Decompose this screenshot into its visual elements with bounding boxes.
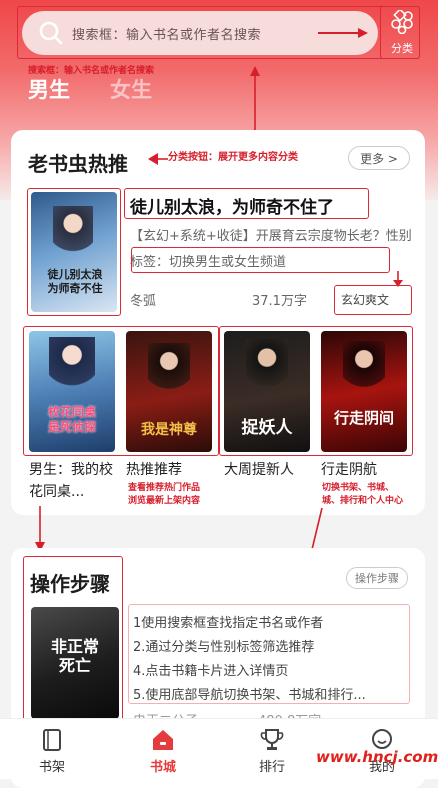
annotation-arrow-left	[148, 153, 168, 165]
bookshelf-icon	[39, 727, 65, 753]
cover-figure	[49, 337, 95, 401]
hot-section-card	[11, 130, 425, 515]
grid-cover-text-4: 行走阴间	[333, 409, 394, 427]
grid-icon	[390, 8, 414, 38]
steps-book-cover[interactable]: 非正常 死亡	[31, 607, 119, 719]
cover-figure	[53, 206, 93, 264]
tab-male[interactable]: 男生	[28, 74, 70, 104]
grid-book-cover-2[interactable]: 我是神尊	[126, 331, 212, 452]
tab-ranking-label: 排行	[258, 760, 285, 775]
featured-book-words: 37.1万字	[252, 294, 307, 309]
hot-section-title: 老书虫热推	[28, 152, 128, 176]
tab-bookstore-label: 书城	[149, 760, 176, 775]
grid-book-cover-1[interactable]: 校花同桌 是死侦探	[29, 331, 115, 452]
grid-book-name-4[interactable]: 行走阴航	[321, 459, 377, 481]
grid-book-cover-3[interactable]: 捉妖人	[224, 331, 310, 452]
tab-bookstore[interactable]: 书城	[133, 719, 193, 780]
grid-book-name-2[interactable]: 热推推荐	[126, 459, 182, 481]
annotation-hot-label: 查看推荐热门作品 浏览最新上架内容	[128, 483, 201, 506]
cover-figure	[148, 343, 190, 403]
featured-book-cover[interactable]: 徒儿别太浪 为师奇不住	[31, 192, 117, 312]
grid-cover-text-3: 捉妖人	[241, 418, 293, 438]
step-3: 4.点击书籍卡片进入详情页	[133, 664, 289, 679]
grid-cover-text-1: 校花同桌 是死侦探	[47, 405, 96, 434]
steps-button[interactable]: 操作步骤	[346, 567, 408, 589]
tab-bookshelf[interactable]: 书架	[22, 719, 82, 780]
watermark: www.hncj.com	[316, 748, 438, 766]
grid-book-cover-4[interactable]: 行走阴间	[321, 331, 407, 452]
step-4: 5.使用底部导航切换书架、书城和排行...	[133, 688, 366, 703]
annotation-tabbar-label: 切换书架、书城、 城、排行和个人中心	[322, 483, 404, 506]
steps-section-title: 操作步骤	[30, 572, 110, 596]
category-button[interactable]: 分类	[382, 8, 422, 58]
tab-female[interactable]: 女生	[110, 74, 152, 104]
search-icon	[38, 20, 64, 46]
home-icon	[150, 727, 176, 753]
featured-book-title[interactable]: 徒儿别太浪，为师奇不住了	[130, 193, 334, 218]
annotation-category-label: 分类按钮：展开更多内容分类	[168, 152, 298, 163]
category-label: 分类	[391, 42, 413, 55]
featured-book-description: 【玄幻+系统+收徒】开展育云宗度物长老？性别标签：切换男生或女生频道	[130, 229, 412, 270]
annotation-arrow-down-tag	[393, 271, 403, 287]
annotation-arrow-search	[318, 28, 368, 38]
steps-cover-text: 非正常 死亡	[50, 637, 99, 675]
tab-bookshelf-label: 书架	[38, 760, 65, 775]
step-2: 2.通过分类与性别标签筛选推荐	[133, 640, 315, 655]
search-placeholder: 搜索框：输入书名或作者名搜索	[72, 27, 262, 43]
featured-book-author: 冬弧	[130, 294, 157, 309]
annotation-arrow-down-left	[35, 506, 45, 552]
cover-figure	[246, 339, 288, 401]
featured-cover-text: 徒儿别太浪 为师奇不住	[47, 268, 103, 295]
tab-ranking[interactable]: 排行	[242, 719, 302, 780]
step-1: 1使用搜索框查找指定书名或作者	[133, 616, 324, 631]
more-button[interactable]: 更多 >	[348, 146, 410, 170]
grid-book-name-3[interactable]: 大周提新人	[224, 459, 294, 481]
featured-book-tag[interactable]: 玄幻爽文	[341, 291, 389, 308]
trophy-icon	[259, 727, 285, 753]
grid-book-name-1[interactable]: 男生：我的校花同桌...	[29, 459, 121, 503]
cover-figure	[343, 341, 385, 401]
grid-cover-text-2: 我是神尊	[141, 422, 197, 438]
